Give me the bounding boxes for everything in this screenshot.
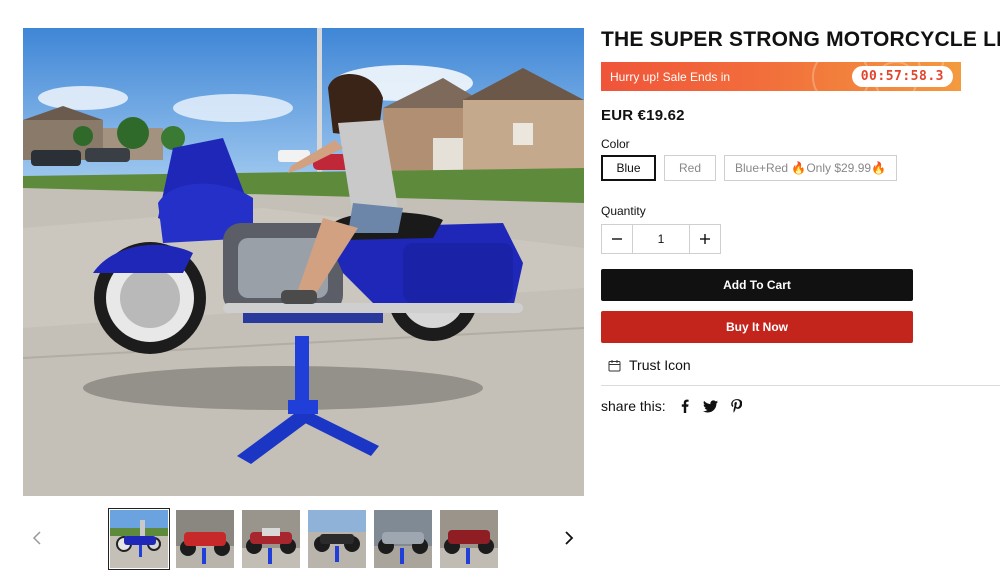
chevron-right-icon: [565, 531, 574, 545]
thumbnail-carousel: [23, 508, 584, 570]
pinterest-icon: [731, 399, 743, 413]
thumbnail-image: [176, 510, 234, 568]
thumbnail-image: [440, 510, 498, 568]
sale-text: Hurry up! Sale Ends in: [610, 70, 731, 84]
thumbnail-image: [110, 510, 168, 568]
quantity-label: Quantity: [601, 204, 646, 218]
add-to-cart-button[interactable]: Add To Cart: [601, 269, 913, 301]
calendar-icon: [608, 359, 621, 371]
thumbnail-1[interactable]: [108, 508, 170, 570]
facebook-share-button[interactable]: [672, 397, 698, 415]
thumbnail-image: [374, 510, 432, 568]
motorcycle-photo: [23, 28, 584, 496]
color-label: Color: [601, 137, 630, 151]
main-product-image[interactable]: [23, 28, 584, 496]
thumbnail-3[interactable]: [242, 510, 300, 568]
product-title: THE SUPER STRONG MOTORCYCLE LIFT: [601, 28, 1000, 51]
carousel-prev-button[interactable]: [23, 524, 51, 552]
product-price: EUR €19.62: [601, 107, 685, 124]
buy-it-now-button[interactable]: Buy It Now: [601, 311, 913, 343]
thumbnail-5[interactable]: [374, 510, 432, 568]
color-option-red[interactable]: Red: [664, 155, 716, 181]
twitter-share-button[interactable]: [698, 397, 724, 415]
color-option-blue[interactable]: Blue: [601, 155, 656, 181]
carousel-next-button[interactable]: [555, 524, 583, 552]
pinterest-share-button[interactable]: [724, 397, 750, 415]
thumbnail-image: [242, 510, 300, 568]
section-divider: [601, 385, 1000, 386]
twitter-icon: [703, 399, 719, 412]
thumbnail-image: [308, 510, 366, 568]
trust-row: Trust Icon: [608, 357, 691, 373]
chevron-left-icon: [32, 531, 41, 545]
thumbnail-4[interactable]: [308, 510, 366, 568]
sale-countdown-banner: Hurry up! Sale Ends in 00:57:58.3: [601, 62, 961, 91]
quantity-decrease-button[interactable]: [602, 225, 633, 253]
thumbnail-2[interactable]: [176, 510, 234, 568]
share-row: share this:: [601, 397, 750, 415]
quantity-stepper: [601, 224, 721, 254]
share-label: share this:: [601, 398, 666, 414]
minus-icon: [612, 238, 622, 240]
countdown-timer: 00:57:58.3: [851, 66, 953, 87]
color-option-blue-red[interactable]: Blue+Red 🔥Only $29.99🔥: [724, 155, 897, 181]
quantity-increase-button[interactable]: [689, 225, 720, 253]
plus-icon: [700, 234, 710, 244]
trust-label: Trust Icon: [629, 357, 691, 373]
facebook-icon: [681, 399, 689, 413]
thumbnail-6[interactable]: [440, 510, 498, 568]
quantity-input[interactable]: [633, 225, 689, 253]
